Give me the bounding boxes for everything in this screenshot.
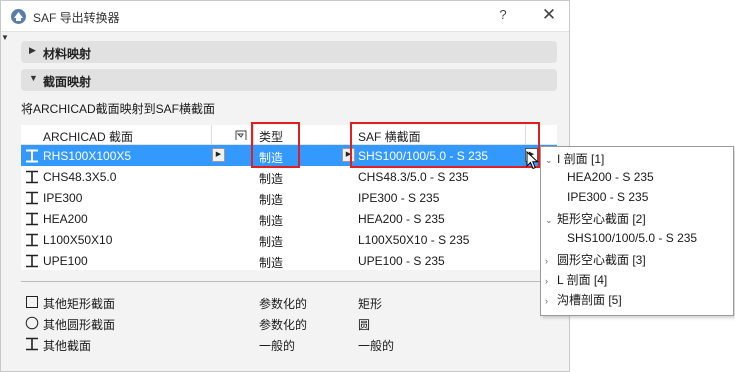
default-saf: 圆 xyxy=(358,318,371,332)
collapsed-arrow-icon: ▶ xyxy=(29,45,36,55)
row-archicad-name: CHS48.3X5.0 xyxy=(43,170,117,184)
default-row[interactable]: 其他圆形截面 参数化的 圆 xyxy=(21,312,557,333)
i-profile-icon xyxy=(26,233,38,247)
collapsed-chevron-icon: › xyxy=(545,276,548,286)
profile-icon xyxy=(235,130,247,140)
row-type: 制造 xyxy=(259,256,284,270)
column-divider xyxy=(211,125,212,145)
row-archicad-name: RHS100X100X5 xyxy=(43,149,132,163)
option-hea200[interactable]: HEA200 - S 235 xyxy=(567,170,654,184)
default-name: 其他截面 xyxy=(43,339,92,353)
default-row[interactable]: 其他截面 一般的 一般的 xyxy=(21,333,557,354)
mouse-cursor-icon xyxy=(526,151,539,170)
close-button[interactable]: ✕ xyxy=(539,5,559,25)
row-type: 制造 xyxy=(259,214,284,228)
option-shs100[interactable]: SHS100/100/5.0 - S 235 xyxy=(567,231,697,245)
default-type: 参数化的 xyxy=(259,297,308,311)
section-profile-mapping[interactable]: ▼ 截面映射 xyxy=(21,69,557,91)
row-type: 制造 xyxy=(259,235,284,249)
section-label: 材料映射 xyxy=(43,47,92,61)
row-dropdown-arrow-icon[interactable]: ▶ xyxy=(212,148,225,162)
collapsed-chevron-icon: › xyxy=(545,296,548,306)
default-saf: 一般的 xyxy=(358,339,395,353)
row-archicad-name: UPE100 xyxy=(43,254,88,268)
table-row[interactable]: CHS48.3X5.0 制造 CHS48.3/5.0 - S 235 xyxy=(21,166,557,187)
default-name: 其他矩形截面 xyxy=(43,297,116,311)
expanded-chevron-icon: ⌄ xyxy=(545,155,553,165)
group-l-profile[interactable]: › L 剖面 [4] xyxy=(545,271,607,288)
row-type: 制造 xyxy=(259,193,284,207)
saf-profile-dropdown: ⌄ I 剖面 [1] HEA200 - S 235 IPE300 - S 235 … xyxy=(540,146,734,316)
section-label: 截面映射 xyxy=(43,75,92,89)
row-saf-profile: L100X50X10 - S 235 xyxy=(358,233,470,247)
saf-column-highlight xyxy=(350,122,540,168)
row-saf-profile: IPE300 - S 235 xyxy=(358,191,440,205)
window-title: SAF 导出转换器 xyxy=(33,11,120,25)
collapsed-chevron-icon: › xyxy=(545,256,548,266)
help-button[interactable]: ? xyxy=(495,7,511,22)
group-circular-hollow[interactable]: › 圆形空心截面 [3] xyxy=(545,251,646,268)
row-archicad-name: IPE300 xyxy=(43,191,83,205)
title-bar: SAF 导出转换器 ? ✕ xyxy=(1,1,569,32)
circle-profile-icon xyxy=(25,316,39,330)
i-profile-icon xyxy=(26,191,38,205)
group-channel-profile[interactable]: › 沟槽剖面 [5] xyxy=(545,291,622,308)
default-saf: 矩形 xyxy=(358,297,383,311)
rectangle-profile-icon xyxy=(26,296,38,308)
default-name: 其他圆形截面 xyxy=(43,318,116,332)
row-archicad-name: HEA200 xyxy=(43,212,88,226)
row-archicad-name: L100X50X10 xyxy=(43,233,113,247)
section-material-mapping[interactable]: ▶ 材料映射 xyxy=(21,41,557,63)
row-type: 制造 xyxy=(259,172,284,186)
saf-export-dialog: SAF 导出转换器 ? ✕ ▼ ▶ 材料映射 ▼ 截面映射 将ARCHICAD截… xyxy=(0,0,570,372)
row-saf-profile: UPE100 - S 235 xyxy=(358,254,445,268)
mapping-caption: 将ARCHICAD截面映射到SAF横截面 xyxy=(21,102,216,116)
divider xyxy=(21,281,557,282)
i-profile-icon xyxy=(26,337,38,351)
i-profile-icon xyxy=(26,149,38,163)
i-profile-icon xyxy=(26,170,38,184)
i-profile-icon xyxy=(26,254,38,268)
group-rectangular-hollow[interactable]: ⌄ 矩形空心截面 [2] xyxy=(545,210,646,227)
table-row[interactable]: IPE300 制造 IPE300 - S 235 xyxy=(21,187,557,208)
default-type: 参数化的 xyxy=(259,318,308,332)
type-column-highlight xyxy=(251,122,300,168)
column-header-archicad[interactable]: ARCHICAD 截面 xyxy=(43,128,133,145)
table-row[interactable]: HEA200 制造 HEA200 - S 235 xyxy=(21,208,557,229)
default-type: 一般的 xyxy=(259,339,296,353)
app-icon xyxy=(11,9,26,24)
expanded-chevron-icon: ⌄ xyxy=(545,215,553,225)
group-i-profile[interactable]: ⌄ I 剖面 [1] xyxy=(545,150,604,167)
table-row[interactable]: UPE100 制造 UPE100 - S 235 xyxy=(21,250,557,271)
collapse-arrow-icon[interactable]: ▼ xyxy=(1,33,9,42)
expanded-arrow-icon: ▼ xyxy=(29,73,38,83)
i-profile-icon xyxy=(26,212,38,226)
row-saf-profile: CHS48.3/5.0 - S 235 xyxy=(358,170,469,184)
default-row[interactable]: 其他矩形截面 参数化的 矩形 xyxy=(21,291,557,312)
option-ipe300[interactable]: IPE300 - S 235 xyxy=(567,190,648,204)
table-row[interactable]: L100X50X10 制造 L100X50X10 - S 235 xyxy=(21,229,557,250)
row-saf-profile: HEA200 - S 235 xyxy=(358,212,445,226)
